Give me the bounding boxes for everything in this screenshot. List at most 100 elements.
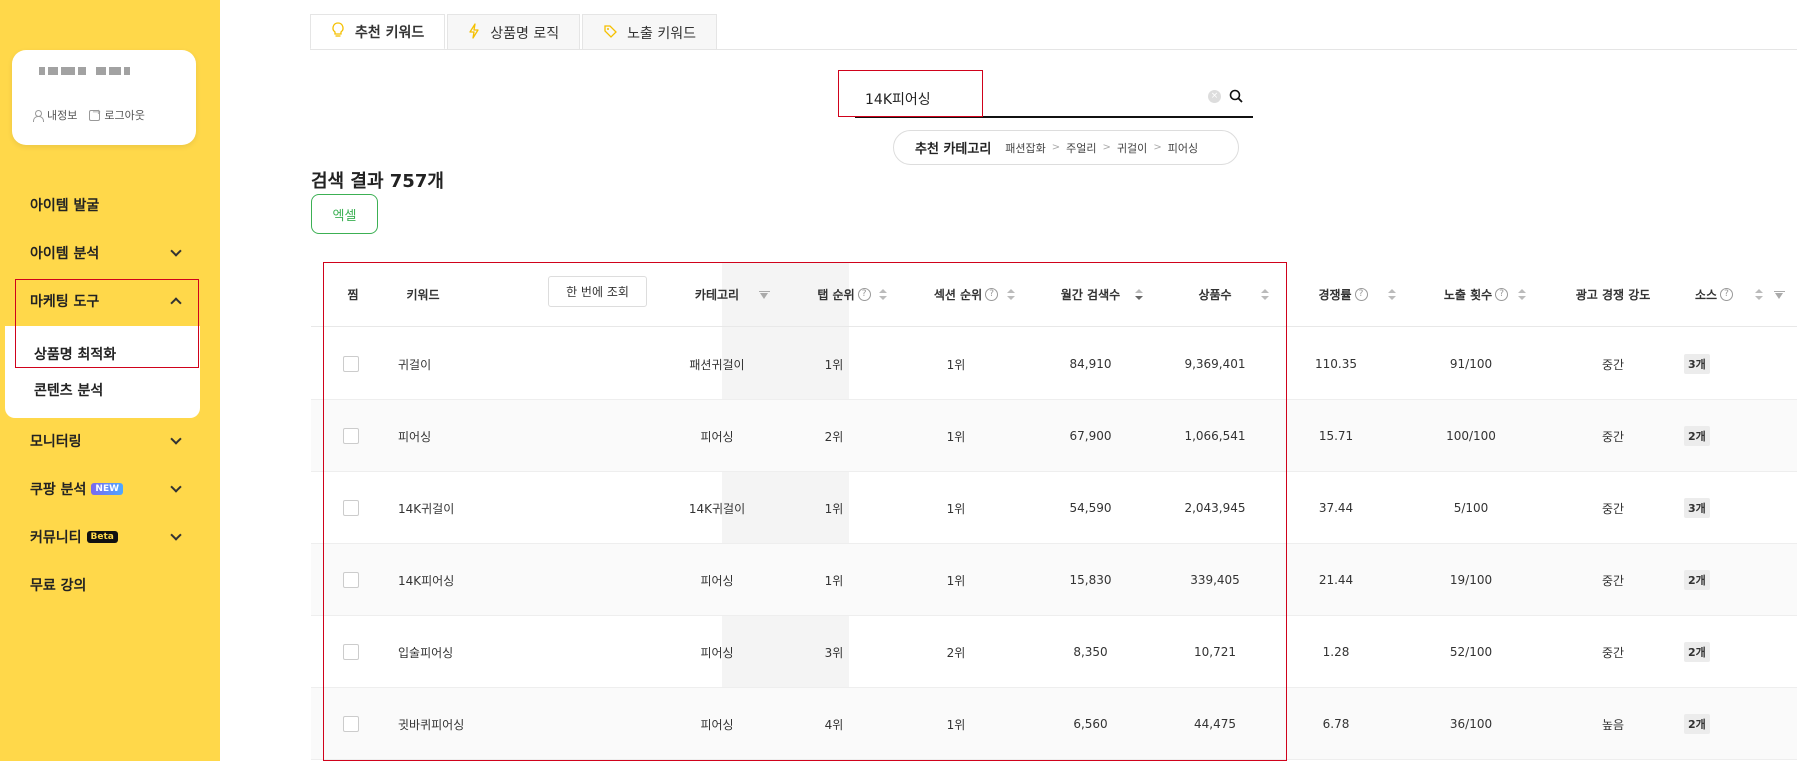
cell-product-count: 1,066,541 [1184,429,1246,443]
header-section-rank[interactable]: 섹션 순위? [911,262,1021,327]
cell-exposure: 52/100 [1449,645,1493,659]
header-label: 월간 검색수 [1060,288,1121,302]
source-badge[interactable]: 2개 [1684,570,1710,590]
tab-label: 상품명 로직 [490,25,560,42]
filter-icon[interactable] [1774,291,1785,299]
cell-monthly-search: 8,350 [1073,645,1108,659]
nav-item-community[interactable]: 커뮤니티 Beta [0,522,200,552]
my-info-link[interactable]: 내정보 [32,107,77,123]
nav-item-analysis[interactable]: 아이템 분석 [0,238,200,268]
recommended-category: 추천 카테고리 패션잡화 > 주얼리 > 귀걸이 > 피어싱 [893,130,1239,165]
cell-product-count: 9,369,401 [1184,357,1246,371]
header-monthly-search[interactable]: 월간 검색수 [1033,262,1148,327]
source-badge[interactable]: 2개 [1684,714,1710,734]
source-badge[interactable]: 3개 [1684,354,1710,374]
nav-label: 커뮤니티 [30,530,82,546]
sort-icon[interactable] [879,289,887,301]
logout-link[interactable]: 로그아웃 [89,107,145,123]
cell-monthly-search: 67,900 [1069,429,1112,443]
favorite-checkbox[interactable] [343,716,359,732]
search-input[interactable] [865,86,1185,112]
cell-ad-competition: 중간 [1601,645,1625,660]
tab-label: 추천 키워드 [355,24,425,41]
header-favorite: 찜 [333,262,373,327]
sort-icon[interactable] [1755,289,1763,301]
sort-icon[interactable] [1518,289,1526,301]
my-info-label: 내정보 [47,109,78,122]
cell-competition: 110.35 [1315,357,1357,371]
table-row: 14K피어싱 피어싱 1위 1위 15,830 339,405 21.44 19/100 중간 2… [311,544,1797,616]
cell-category: 피어싱 [700,573,734,588]
nav-item-free-lecture[interactable]: 무료 강의 [0,570,200,600]
tab-exposure-keywords[interactable]: 노출 키워드 [582,14,717,50]
help-icon[interactable]: ? [1354,288,1368,301]
sub-item-content-analysis[interactable]: 콘텐츠 분석 [34,380,103,400]
cell-product-count: 10,721 [1194,645,1236,659]
nav-label: 마케팅 도구 [30,294,100,310]
help-icon[interactable]: ? [1720,288,1734,301]
chevron-down-icon [170,433,182,445]
clear-icon[interactable]: × [1208,90,1221,103]
source-badge[interactable]: 2개 [1684,426,1710,446]
chevron-down-icon [170,529,182,541]
nav-item-monitoring[interactable]: 모니터링 [0,426,200,456]
source-badge[interactable]: 2개 [1684,642,1710,662]
category-path-item[interactable]: 패션잡화 [1005,140,1045,156]
tab-title-logic[interactable]: 상품명 로직 [447,14,581,50]
cell-category: 패션귀걸이 [689,357,745,372]
chevron-right-icon: > [1153,142,1162,153]
excel-button[interactable]: 엑셀 [311,194,378,234]
tab-recommended-keywords[interactable]: 추천 키워드 [310,14,446,50]
cell-tab-rank: 1위 [824,357,844,372]
cell-category: 14K귀걸이 [688,501,746,516]
sort-icon[interactable] [1388,289,1396,301]
profile-card: 내정보 로그아웃 [12,50,196,145]
cell-keyword: 14K피어싱 [398,573,455,588]
help-icon[interactable]: ? [1495,288,1509,301]
header-competition[interactable]: 경쟁률? [1291,262,1395,327]
lookup-all-button[interactable]: 한 번에 조회 [548,276,647,307]
header-label: 노출 횟수 [1443,288,1493,302]
nav-item-discovery[interactable]: 아이템 발굴 [0,190,200,220]
category-path-item[interactable]: 피어싱 [1168,140,1198,156]
category-path-item[interactable]: 귀걸이 [1117,140,1147,156]
nav-item-marketing[interactable]: 마케팅 도구 [0,286,200,316]
cell-ad-competition: 높음 [1601,717,1625,732]
logout-label: 로그아웃 [104,109,145,122]
logout-icon [89,107,101,121]
header-label: 카테고리 [694,288,740,302]
cell-ad-competition: 중간 [1601,429,1625,444]
sub-item-title-optimizer[interactable]: 상품명 최적화 [34,344,116,364]
favorite-checkbox[interactable] [343,356,359,372]
cell-tab-rank: 2위 [824,429,844,444]
cell-keyword: 귀걸이 [398,357,432,372]
header-product-count[interactable]: 상품수 [1160,262,1270,327]
favorite-checkbox[interactable] [343,500,359,516]
sidebar: 내정보 로그아웃 아이템 발굴 아이템 분석 마케팅 도구 상품명 최적화 콘텐… [0,0,220,761]
favorite-checkbox[interactable] [343,644,359,660]
cell-source: 3개 [1684,328,1744,400]
favorite-checkbox[interactable] [343,428,359,444]
category-title: 추천 카테고리 [915,142,992,157]
header-exposure[interactable]: 노출 횟수? [1421,262,1531,327]
search-icon[interactable] [1229,89,1243,103]
cell-section-rank: 1위 [946,429,966,444]
favorite-checkbox[interactable] [343,572,359,588]
help-icon[interactable]: ? [857,288,871,301]
help-icon[interactable]: ? [985,288,999,301]
category-path-item[interactable]: 주얼리 [1066,140,1096,156]
sort-desc-icon[interactable] [1135,289,1143,301]
cell-section-rank: 1위 [946,717,966,732]
nav-item-coupang[interactable]: 쿠팡 분석 NEW [0,474,200,504]
sort-icon[interactable] [1007,289,1015,301]
source-badge[interactable]: 3개 [1684,498,1710,518]
header-ad-competition: 광고 경쟁 강도 [1558,262,1668,327]
cell-source: 2개 [1684,688,1744,760]
filter-icon[interactable] [759,291,770,299]
cell-source: 2개 [1684,400,1744,472]
table-header: 찜 키워드 한 번에 조회 카테고리 탭 순위? 섹션 순위? 월간 검색수 상… [311,262,1797,327]
cell-source: 2개 [1684,616,1744,688]
table-row: 입술피어싱 피어싱 3위 2위 8,350 10,721 1.28 52/100 중간 2개 [311,616,1797,688]
sort-icon[interactable] [1261,289,1269,301]
cell-category: 피어싱 [700,645,734,660]
